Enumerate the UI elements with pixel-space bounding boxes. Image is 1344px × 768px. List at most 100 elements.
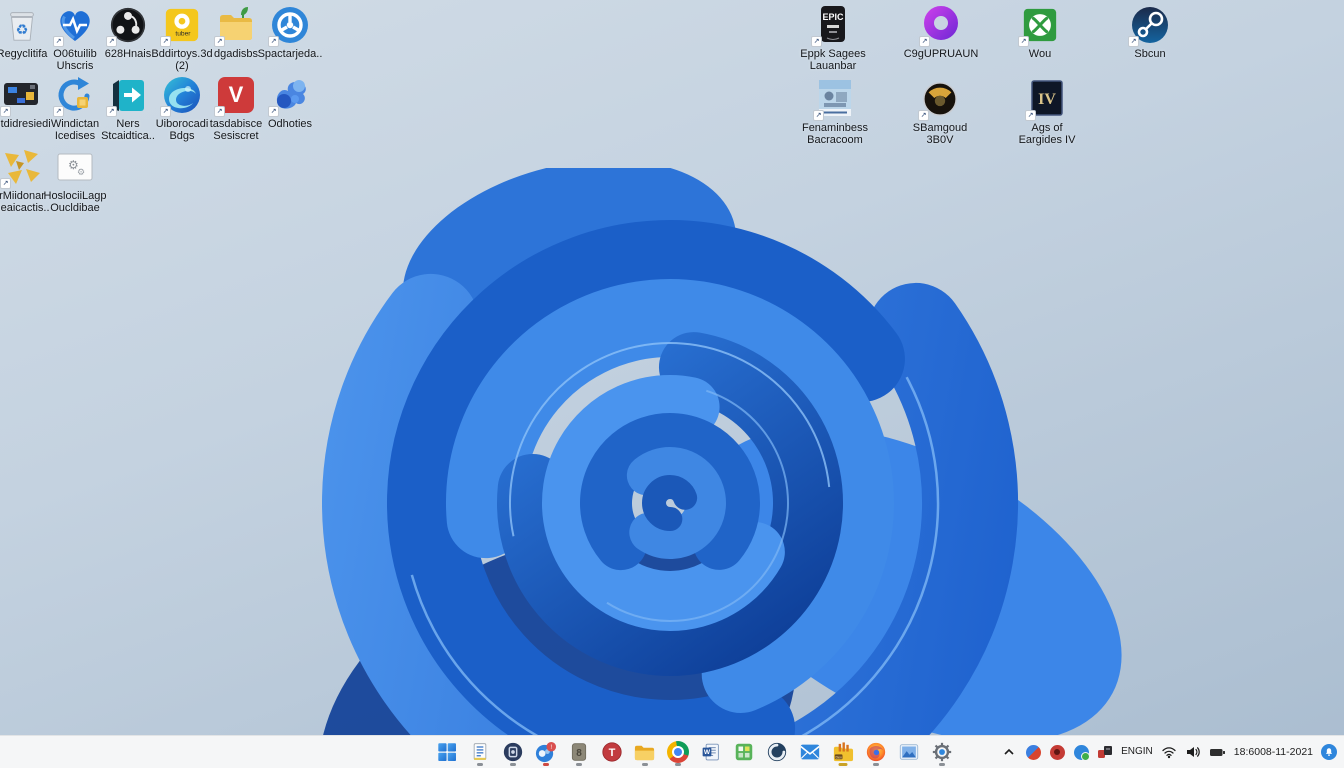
taskbar-app-photos[interactable] (896, 738, 921, 767)
svg-text:T: T (608, 747, 615, 759)
shortcut-arrow-icon (214, 106, 225, 117)
start-button[interactable] (434, 738, 459, 767)
battery-icon (1209, 749, 1225, 756)
blue-green-icon (1073, 744, 1090, 761)
shortcut-arrow-icon (160, 36, 171, 47)
recycle-bin-icon: ♻ (10, 12, 34, 41)
tray-icon-antivirus[interactable] (1025, 736, 1041, 768)
windows-desktop: ♻ Regyclitifa O06tuilibUhscris 628Hnais … (0, 0, 1344, 768)
photos-icon (899, 744, 918, 760)
svg-text:⚙: ⚙ (77, 167, 85, 177)
volume-button[interactable] (1185, 736, 1201, 768)
red-t-icon: T (601, 742, 622, 762)
svg-text:!: ! (550, 743, 552, 750)
desktop-icon-gear-panel[interactable]: ⚙ ⚙ HoslociiLagp Oucldibae (37, 146, 113, 214)
desktop-icon-steam[interactable]: Sbcun (1112, 4, 1188, 60)
taskbar-app-dev-folder[interactable]: Dev (830, 738, 855, 767)
gear-panel-icon: ⚙⚙ (57, 153, 93, 181)
alert-indicator (542, 762, 549, 766)
green-kit-icon (735, 743, 752, 761)
svg-text:♻: ♻ (16, 23, 29, 39)
dev-chart-folder-icon: Dev (833, 741, 854, 761)
shortcut-arrow-icon (811, 36, 822, 47)
desktop-icon-blue-shapes[interactable]: Odhoties (252, 74, 328, 130)
tray-icon-sync[interactable] (1073, 736, 1090, 768)
system-tray: ENG IN 18:60 08-11-2021 (1001, 736, 1344, 768)
tray-icon-recorder[interactable] (1049, 736, 1065, 768)
taskbar-app-archive[interactable]: 8 (566, 738, 591, 767)
split-circle-icon (1025, 744, 1041, 760)
shortcut-arrow-icon (160, 106, 171, 117)
svg-text:IV: IV (1038, 91, 1056, 108)
desktop-icon-round-game[interactable]: SBamgoud3B0V (902, 78, 978, 146)
shortcut-arrow-icon (106, 36, 117, 47)
svg-text:W: W (704, 749, 711, 756)
dev-indicator (838, 762, 847, 766)
red-black-icon (1098, 746, 1113, 758)
svg-text:EPIC: EPIC (822, 12, 844, 22)
taskbar-app-chat[interactable]: ! (533, 738, 558, 767)
taskbar-app-mail[interactable] (797, 738, 822, 767)
desktop-icon-xbox[interactable]: Wou (1002, 4, 1078, 60)
running-indicator (674, 762, 681, 766)
shortcut-arrow-icon (214, 36, 225, 47)
wifi-button[interactable] (1161, 736, 1177, 768)
shortcut-arrow-icon (0, 178, 11, 189)
shortcut-arrow-icon (1128, 36, 1139, 47)
shortcut-arrow-icon (268, 106, 279, 117)
bell-icon (1325, 748, 1333, 756)
tray-show-hidden-icons[interactable] (1001, 736, 1017, 768)
shortcut-arrow-icon (0, 106, 11, 117)
running-indicator (641, 762, 648, 766)
svg-text:Dev: Dev (835, 755, 842, 759)
language-indicator[interactable]: ENG IN (1121, 736, 1153, 768)
red-dot-icon (1049, 744, 1065, 760)
taskbar-app-firefox[interactable] (863, 738, 888, 767)
clock[interactable]: 18:60 08-11-2021 (1234, 736, 1313, 768)
shortcut-arrow-icon (53, 106, 64, 117)
taskbar-app-file-explorer[interactable] (632, 738, 657, 767)
shortcut-arrow-icon (106, 106, 117, 117)
running-indicator (872, 762, 879, 766)
shortcut-arrow-icon (919, 36, 930, 47)
taskbar-app-settings[interactable] (929, 738, 954, 767)
language-line1: ENG (1121, 746, 1143, 757)
desktop-icon-purple-ring[interactable]: C9gUPRUAUN (903, 4, 979, 60)
taskbar-app-group: ! 8 T W Dev (434, 736, 954, 768)
archive-8-icon: 8 (571, 743, 586, 761)
desktop-icon-game-thumbnail[interactable]: FenaminbessBacracoom (797, 78, 873, 146)
bloom-wallpaper (318, 168, 1122, 768)
taskbar-app-red-t[interactable]: T (599, 738, 624, 767)
chrome-icon (666, 741, 689, 763)
shortcut-arrow-icon (53, 36, 64, 47)
wifi-icon (1162, 747, 1176, 759)
battery-button[interactable] (1209, 736, 1226, 768)
word-doc-icon: W (702, 743, 719, 761)
desktop-icon-epic[interactable]: EPIC Eppk SageesLauanbar (795, 4, 871, 72)
desktop-icon-aoe4[interactable]: IV Ags ofEargides IV (1009, 78, 1085, 146)
desktop-icon-wheel-app[interactable]: Spactarjeda.. (252, 4, 328, 60)
speaker-icon (1186, 747, 1200, 757)
language-line2: IN (1142, 746, 1153, 757)
shortcut-arrow-icon (918, 110, 929, 121)
taskbar-app-record[interactable] (500, 738, 525, 767)
firefox-icon (866, 742, 885, 762)
running-indicator (938, 762, 945, 766)
clock-time: 18:60 (1233, 746, 1261, 758)
taskbar-app-word[interactable]: W (698, 738, 723, 767)
taskbar-app-notes[interactable] (467, 738, 492, 767)
notification-center-button[interactable] (1321, 736, 1337, 768)
taskbar-app-dark-swirl[interactable] (764, 738, 789, 767)
notification-badge (1321, 744, 1337, 760)
taskbar-app-green-kit[interactable] (731, 738, 756, 767)
running-indicator (476, 762, 483, 766)
file-explorer-icon (634, 745, 655, 760)
running-indicator (575, 762, 582, 766)
chat-badge-icon: ! (535, 741, 557, 762)
clock-date: 08-11-2021 (1260, 746, 1313, 758)
tray-icon-utility[interactable] (1097, 736, 1113, 768)
svg-text:8: 8 (576, 748, 582, 759)
taskbar-app-chrome[interactable] (665, 738, 690, 767)
running-indicator (509, 762, 516, 766)
shortcut-arrow-icon (813, 110, 824, 121)
